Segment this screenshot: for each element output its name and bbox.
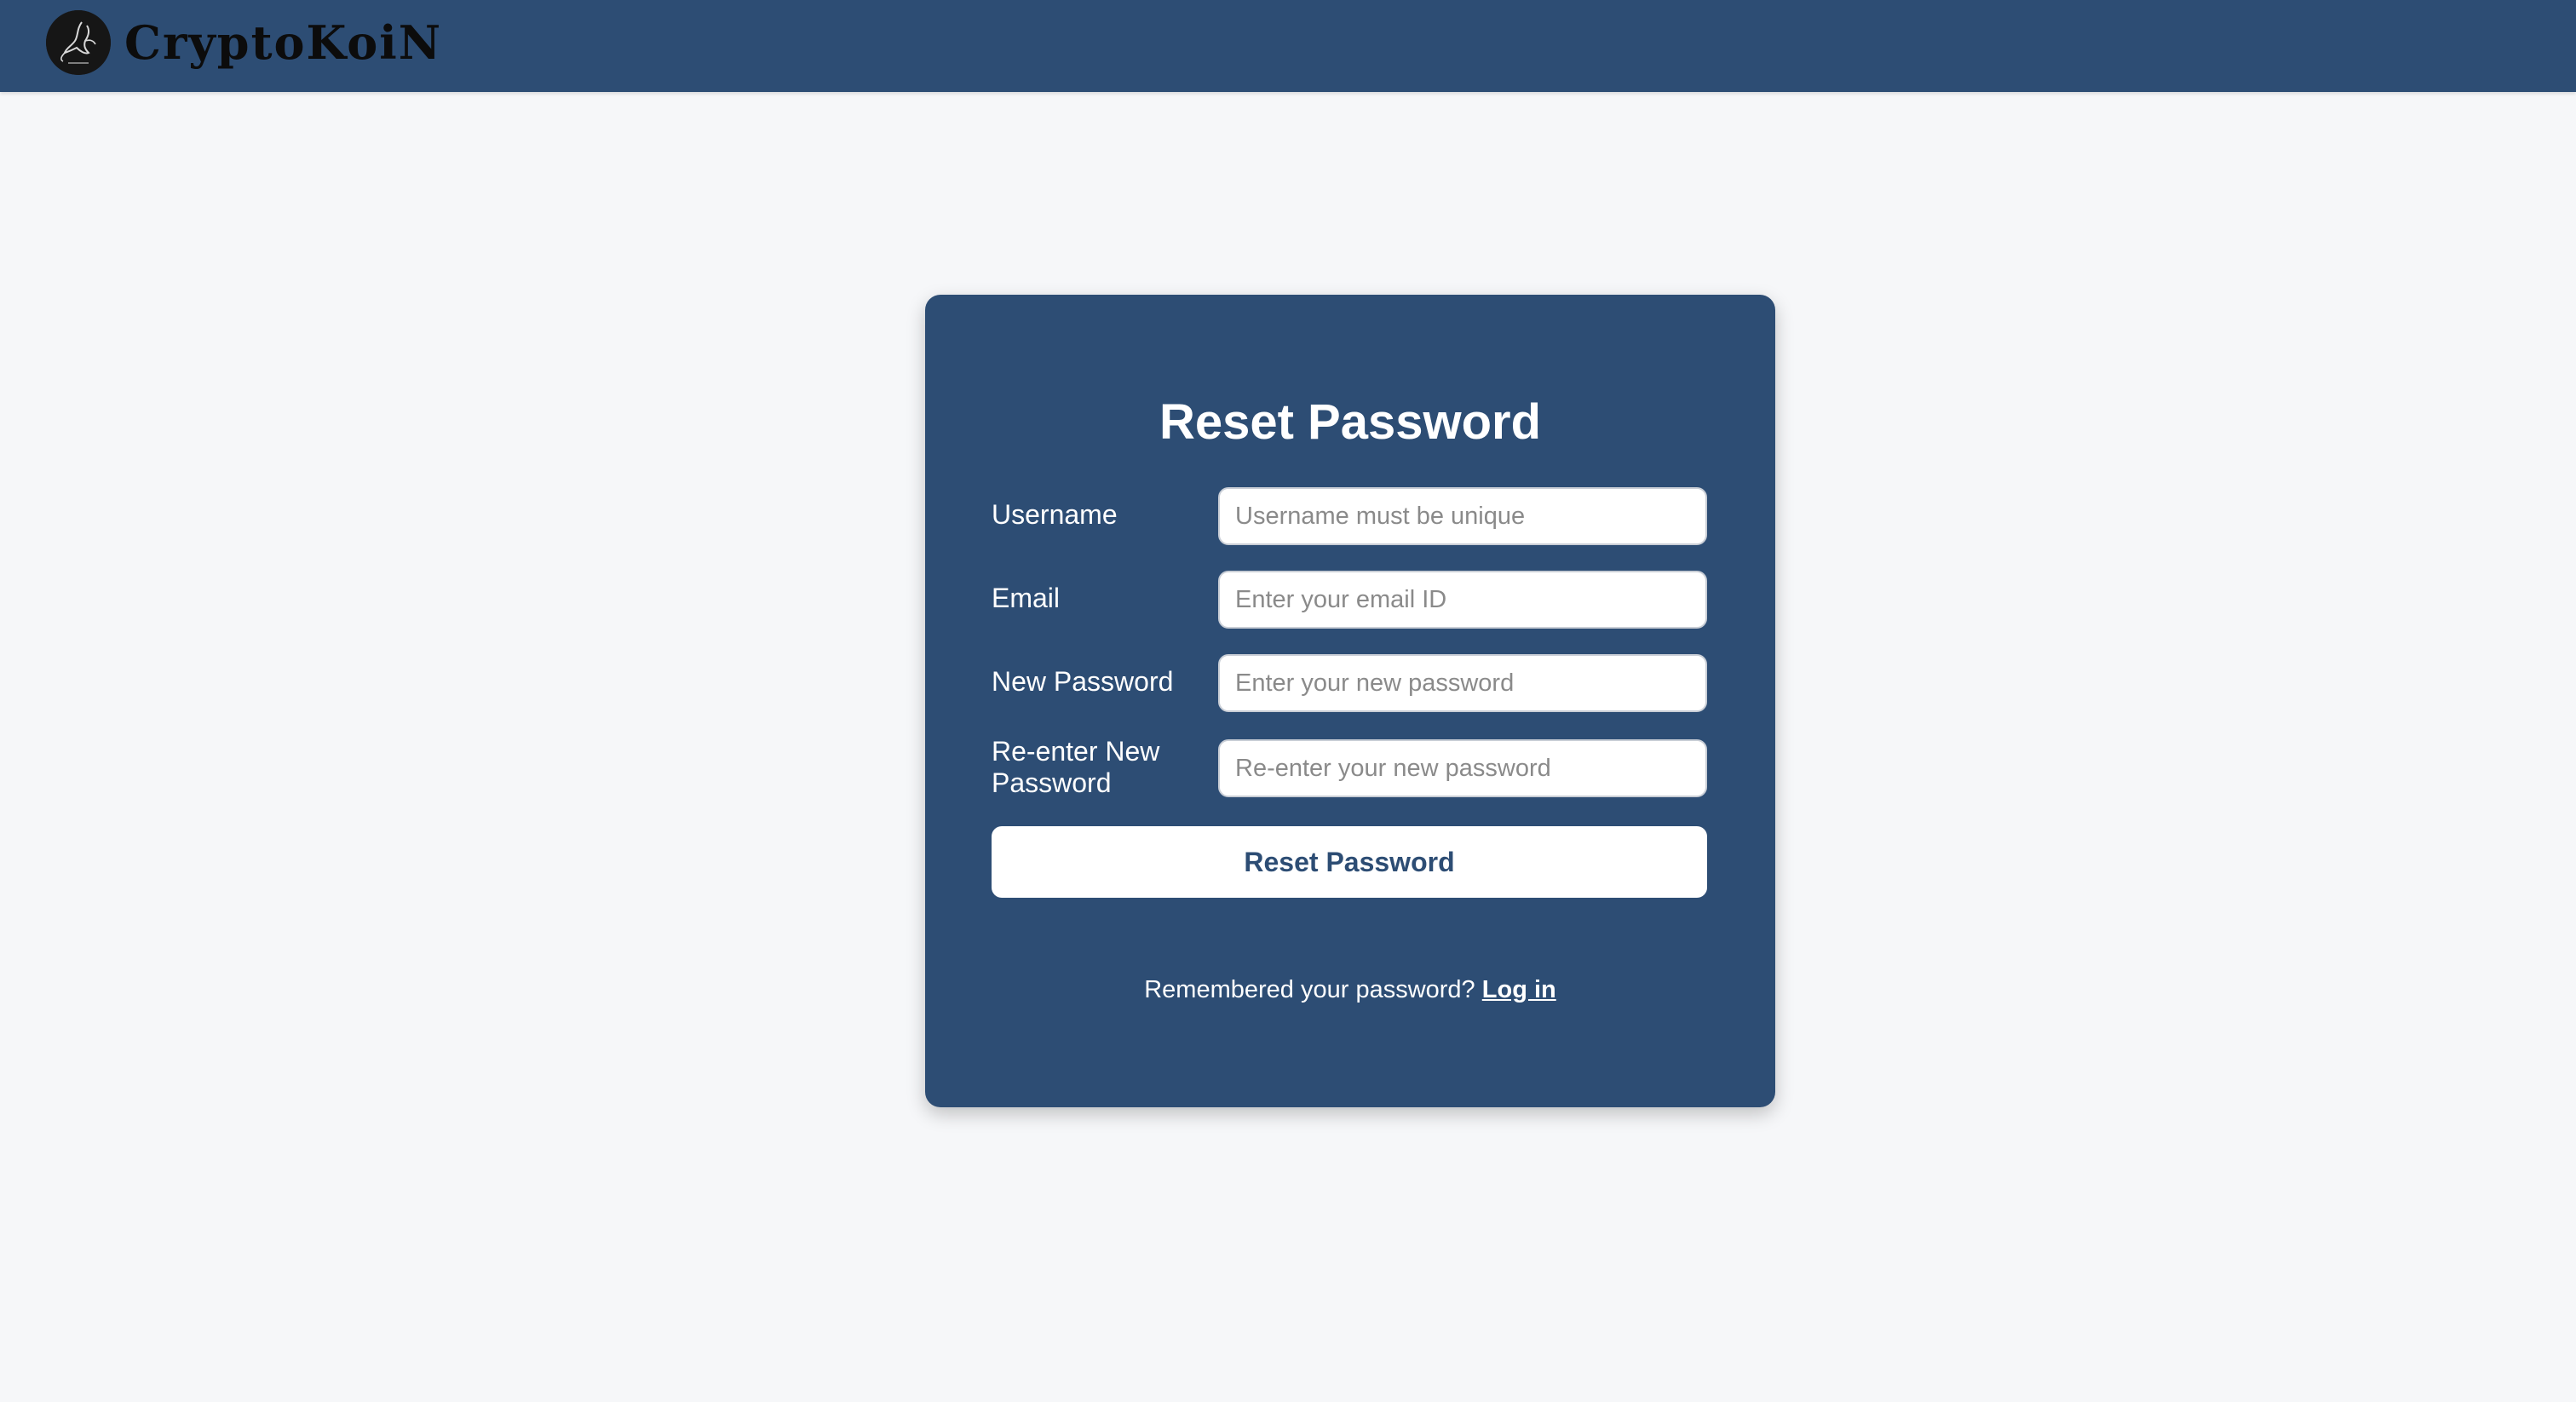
confirm-password-label: Re-enter New Password <box>992 736 1160 798</box>
username-label: Username <box>992 499 1118 530</box>
top-navbar: CryptoKoiN <box>0 0 2576 92</box>
login-prompt-text: Remembered your password? <box>1144 976 1475 1003</box>
brand[interactable]: CryptoKoiN <box>46 10 442 75</box>
page-title: Reset Password <box>1159 394 1542 450</box>
reset-password-button[interactable]: Reset Password <box>992 826 1707 898</box>
email-input[interactable] <box>1218 571 1707 629</box>
login-prompt: Remembered your password? Log in <box>925 974 1775 1005</box>
email-label: Email <box>992 583 1061 613</box>
brand-name: CryptoKoiN <box>124 15 443 70</box>
login-link[interactable]: Log in <box>1482 976 1556 1003</box>
confirm-password-input[interactable] <box>1218 739 1707 797</box>
username-input[interactable] <box>1218 487 1707 545</box>
new-password-label: New Password <box>992 666 1174 697</box>
new-password-input[interactable] <box>1218 654 1707 712</box>
reset-password-card: Reset Password Username Email New Passwo… <box>925 295 1775 1107</box>
koi-fish-logo-icon <box>46 10 111 75</box>
